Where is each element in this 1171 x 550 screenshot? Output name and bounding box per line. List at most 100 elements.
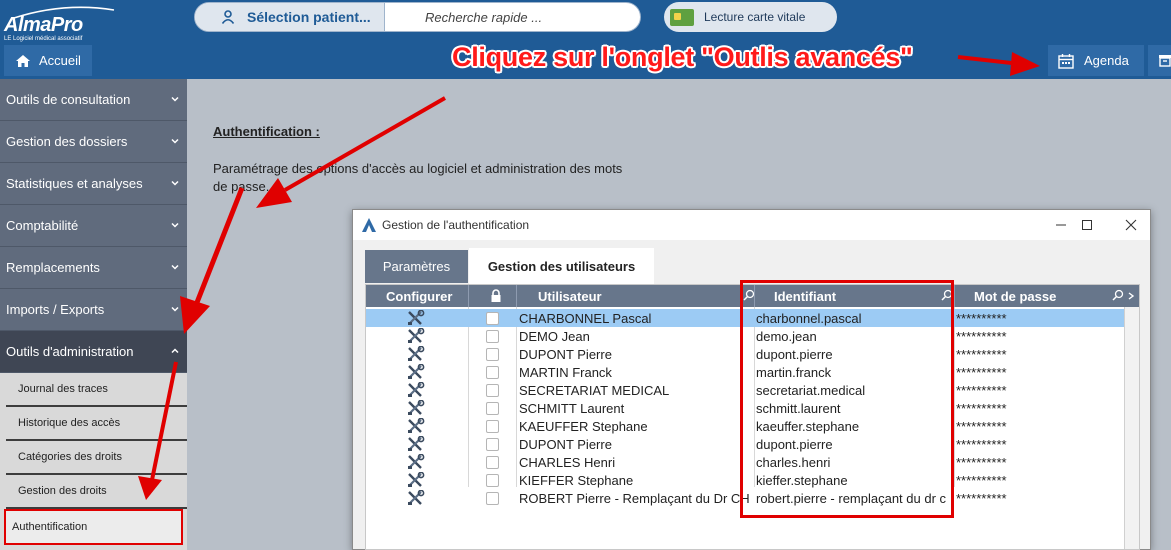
chevron-down-icon [171,96,179,102]
agenda-label: Agenda [1084,53,1129,68]
sidebar-item-statistics[interactable]: Statistiques et analyses [0,163,187,205]
sidebar-subitem-trace-log[interactable]: Journal des traces [6,373,187,407]
configure-tools-icon[interactable] [406,381,426,399]
column-header-label: Configurer [386,288,453,304]
tab-parameters[interactable]: Paramètres [365,250,468,283]
password-cell: ********** [956,382,1007,398]
logo-tagline: LE Logiciel médical associatif [4,36,83,42]
tab-label: Paramètres [382,259,451,274]
close-button[interactable] [1111,210,1151,240]
password-cell: ********** [956,436,1007,452]
configure-tools-icon[interactable] [406,363,426,381]
top-bar: AlmaPro LE Logiciel médical associatif S… [0,0,1171,79]
sidebar-item-records[interactable]: Gestion des dossiers [0,121,187,163]
user-name-cell: SCHMITT Laurent [519,400,625,416]
tab-user-management[interactable]: Gestion des utilisateurs [469,248,654,284]
person-icon [221,10,235,24]
column-header-configure[interactable]: Configurer [386,285,466,307]
configure-tools-icon[interactable] [406,309,426,327]
maximize-button[interactable] [1067,210,1107,240]
configure-tools-icon[interactable] [406,417,426,435]
configure-tools-icon[interactable] [406,435,426,453]
password-cell: ********** [956,328,1007,344]
sidebar-subitem-label: Gestion des droits [18,485,107,497]
home-icon [16,54,30,67]
configure-tools-icon[interactable] [406,327,426,345]
configure-tools-icon[interactable] [406,345,426,363]
configure-tools-icon[interactable] [406,399,426,417]
column-separator [516,285,517,307]
home-button[interactable]: Accueil [4,45,92,76]
user-name-cell: ROBERT Pierre - Remplaçant du Dr CHA [519,490,749,506]
agenda-button[interactable]: Agenda [1048,45,1144,76]
chevron-right-icon[interactable] [1127,292,1135,300]
sidebar-subitem-authentication[interactable]: Authentification [4,509,183,545]
chevron-up-icon [171,348,179,354]
lock-checkbox[interactable] [486,327,500,345]
sidebar-item-accounting[interactable]: Comptabilité [0,205,187,247]
home-label: Accueil [39,53,81,68]
quick-search-input[interactable] [385,3,640,31]
user-name-cell: KAEUFFER Stephane [519,418,648,434]
user-name-cell: DUPONT Pierre [519,436,612,452]
sidebar-item-label: Remplacements [6,260,100,275]
sidebar-subitem-rights-management[interactable]: Gestion des droits [6,475,187,509]
sidebar-subitem-label: Journal des traces [18,383,108,395]
sidebar-subitem-access-history[interactable]: Historique des accès [6,407,187,441]
lock-checkbox[interactable] [486,417,500,435]
lock-checkbox[interactable] [486,309,500,327]
maximize-icon [1082,220,1092,230]
lock-checkbox[interactable] [486,381,500,399]
user-name-cell: MARTIN Franck [519,364,612,380]
page-description: Paramétrage des options d'accès au logic… [213,161,623,194]
lock-checkbox[interactable] [486,399,500,417]
select-patient-button[interactable]: Sélection patient... [195,3,385,31]
sidebar-item-label: Gestion des dossiers [6,134,128,149]
vitale-card-label: Lecture carte vitale [704,10,806,24]
password-cell: ********** [956,472,1007,488]
sidebar-item-replacements[interactable]: Remplacements [0,247,187,289]
sidebar-subitem-rights-categories[interactable]: Catégories des droits [6,441,187,475]
sidebar-item-imports-exports[interactable]: Imports / Exports [0,289,187,331]
lock-icon [491,289,501,302]
sidebar-item-label: Outils de consultation [6,92,131,107]
lock-checkbox[interactable] [486,453,500,471]
column-separator [954,285,955,307]
page-title: Authentification : [213,124,320,139]
app-icon [362,218,376,232]
sidebar-item-label: Statistiques et analyses [6,176,143,191]
sidebar-item-label: Comptabilité [6,218,79,233]
sidebar-item-label: Imports / Exports [6,302,105,317]
configure-tools-icon[interactable] [406,471,426,489]
column-header-password[interactable]: Mot de passe [974,285,1104,307]
configure-tools-icon[interactable] [406,489,426,507]
user-name-cell: SECRETARIAT MEDICAL [519,382,670,398]
chevron-down-icon [171,306,179,312]
chevron-down-icon [171,264,179,270]
lock-checkbox[interactable] [486,471,500,489]
vertical-scrollbar[interactable] [1124,307,1139,549]
lock-checkbox[interactable] [486,489,500,507]
sidebar-item-admin-tools[interactable]: Outils d'administration [0,331,187,373]
sidebar-item-consultation-tools[interactable]: Outils de consultation [0,79,187,121]
search-icon[interactable] [1112,289,1124,301]
column-header-label: Utilisateur [538,288,602,304]
sidebar-subitem-label: Catégories des droits [18,451,122,463]
password-cell: ********** [956,364,1007,380]
lock-checkbox[interactable] [486,345,500,363]
minimize-icon [1056,224,1066,226]
close-icon [1125,219,1137,231]
lock-checkbox[interactable] [486,363,500,381]
password-cell: ********** [956,490,1007,506]
sidebar: Outils de consultation Gestion des dossi… [0,79,187,550]
archive-button[interactable] [1148,45,1171,76]
user-name-cell: DEMO Jean [519,328,590,344]
column-header-user[interactable]: Utilisateur [538,285,738,307]
select-patient-label: Sélection patient... [247,9,371,25]
configure-tools-icon[interactable] [406,453,426,471]
tab-label: Gestion des utilisateurs [487,258,636,274]
lock-checkbox[interactable] [486,435,500,453]
column-header-lock[interactable] [490,285,510,307]
vitale-card-button[interactable]: Lecture carte vitale [664,2,837,32]
chevron-down-icon [171,222,179,228]
